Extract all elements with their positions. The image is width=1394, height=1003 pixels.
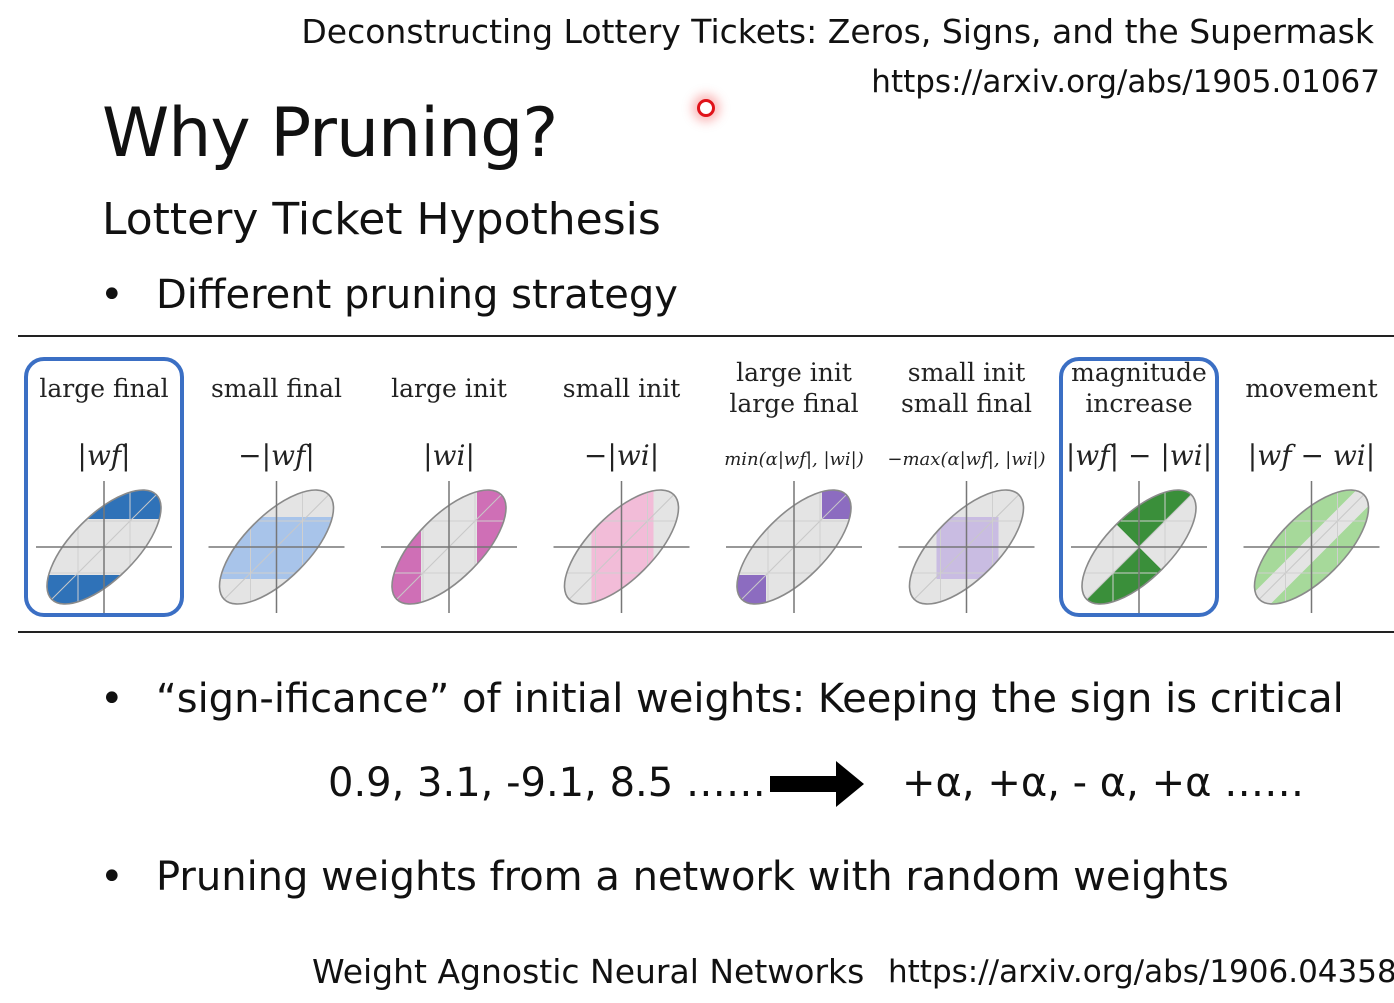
strategy-formula: −max(α|wf|, |wi|) — [887, 449, 1045, 470]
strategy-label: large init — [736, 358, 852, 387]
strategy-formula: |wi| — [423, 439, 475, 472]
strategy-panel-1: small final −|wf| — [201, 374, 352, 622]
sign-example: 0.9, 3.1, -9.1, 8.5 …… +α, +α, - α, +α …… — [0, 755, 1394, 815]
bullet-pruning-strategy: • Different pruning strategy — [100, 270, 678, 320]
strategy-formula: |wf − wi| — [1248, 439, 1375, 472]
weight-values-example: 0.9, 3.1, -9.1, 8.5 …… — [328, 760, 766, 806]
bullet-sign-significance: • “sign-ificance” of initial weights: Kee… — [100, 674, 1344, 724]
strategy-panel-2: large init |wi| — [374, 374, 524, 622]
strategy-label: small init — [563, 374, 681, 403]
slide-title: Why Pruning? — [102, 94, 558, 173]
bullet-text: Different pruning strategy — [156, 272, 678, 318]
strategy-label: small final — [901, 389, 1032, 418]
bullet-random-weights: • Pruning weights from a network with ran… — [100, 852, 1229, 902]
strategy-formula: −|wi| — [584, 439, 659, 472]
strategy-formula: |wf| − |wi| — [1066, 439, 1212, 472]
pruning-strategies-diagram: large final |wf| small final −|wf| large ini… — [24, 357, 1387, 622]
reference-paper-url[interactable]: https://arxiv.org/abs/1905.01067 — [871, 62, 1380, 102]
reference-paper-title: Deconstructing Lottery Tickets: Zeros, S… — [301, 12, 1374, 51]
strategy-formula: −|wf| — [238, 439, 315, 472]
reference-paper-title-bottom: Weight Agnostic Neural Networks — [312, 952, 865, 991]
strategy-formula: min(α|wf|, |wi|) — [724, 449, 864, 470]
bullet-text: Pruning weights from a network with rand… — [156, 854, 1229, 900]
strategy-label: large final — [729, 389, 858, 418]
slide-subtitle: Lottery Ticket Hypothesis — [102, 194, 661, 245]
laser-pointer-dot — [697, 99, 715, 117]
bullet-text: “sign-ificance” of initial weights: Keep… — [156, 676, 1344, 722]
strategy-label: magnitude — [1071, 358, 1207, 387]
strategy-label: large final — [39, 374, 168, 403]
bullet-symbol: • — [100, 676, 124, 722]
pruning-strategies-figure: large final |wf| small final −|wf| large ini… — [18, 335, 1394, 633]
strategy-panel-3: small init −|wi| — [546, 374, 697, 622]
strategy-panel-6: magnitudeincrease |wf| − |wi| — [1059, 357, 1219, 622]
strategy-label: movement — [1245, 374, 1377, 403]
strategy-panel-7: movement |wf − wi| — [1236, 374, 1387, 622]
sign-values-example: +α, +α, - α, +α …… — [902, 760, 1305, 806]
strategy-label: small final — [211, 374, 342, 403]
bullet-symbol: • — [100, 272, 124, 318]
strategy-label: increase — [1085, 389, 1192, 418]
strategy-label: small init — [908, 358, 1026, 387]
strategy-formula: |wf| — [77, 439, 130, 472]
right-arrow-icon — [770, 761, 864, 807]
reference-paper-url-bottom[interactable]: https://arxiv.org/abs/1906.04358 — [888, 950, 1394, 994]
bullet-symbol: • — [100, 854, 124, 900]
strategy-panel-5: small initsmall final −max(α|wf|, |wi|) — [887, 358, 1046, 622]
strategy-panel-4: large initlarge final min(α|wf|, |wi|) — [719, 358, 869, 622]
strategy-label: large init — [391, 374, 507, 403]
strategy-panel-0: large final |wf| — [24, 357, 184, 622]
